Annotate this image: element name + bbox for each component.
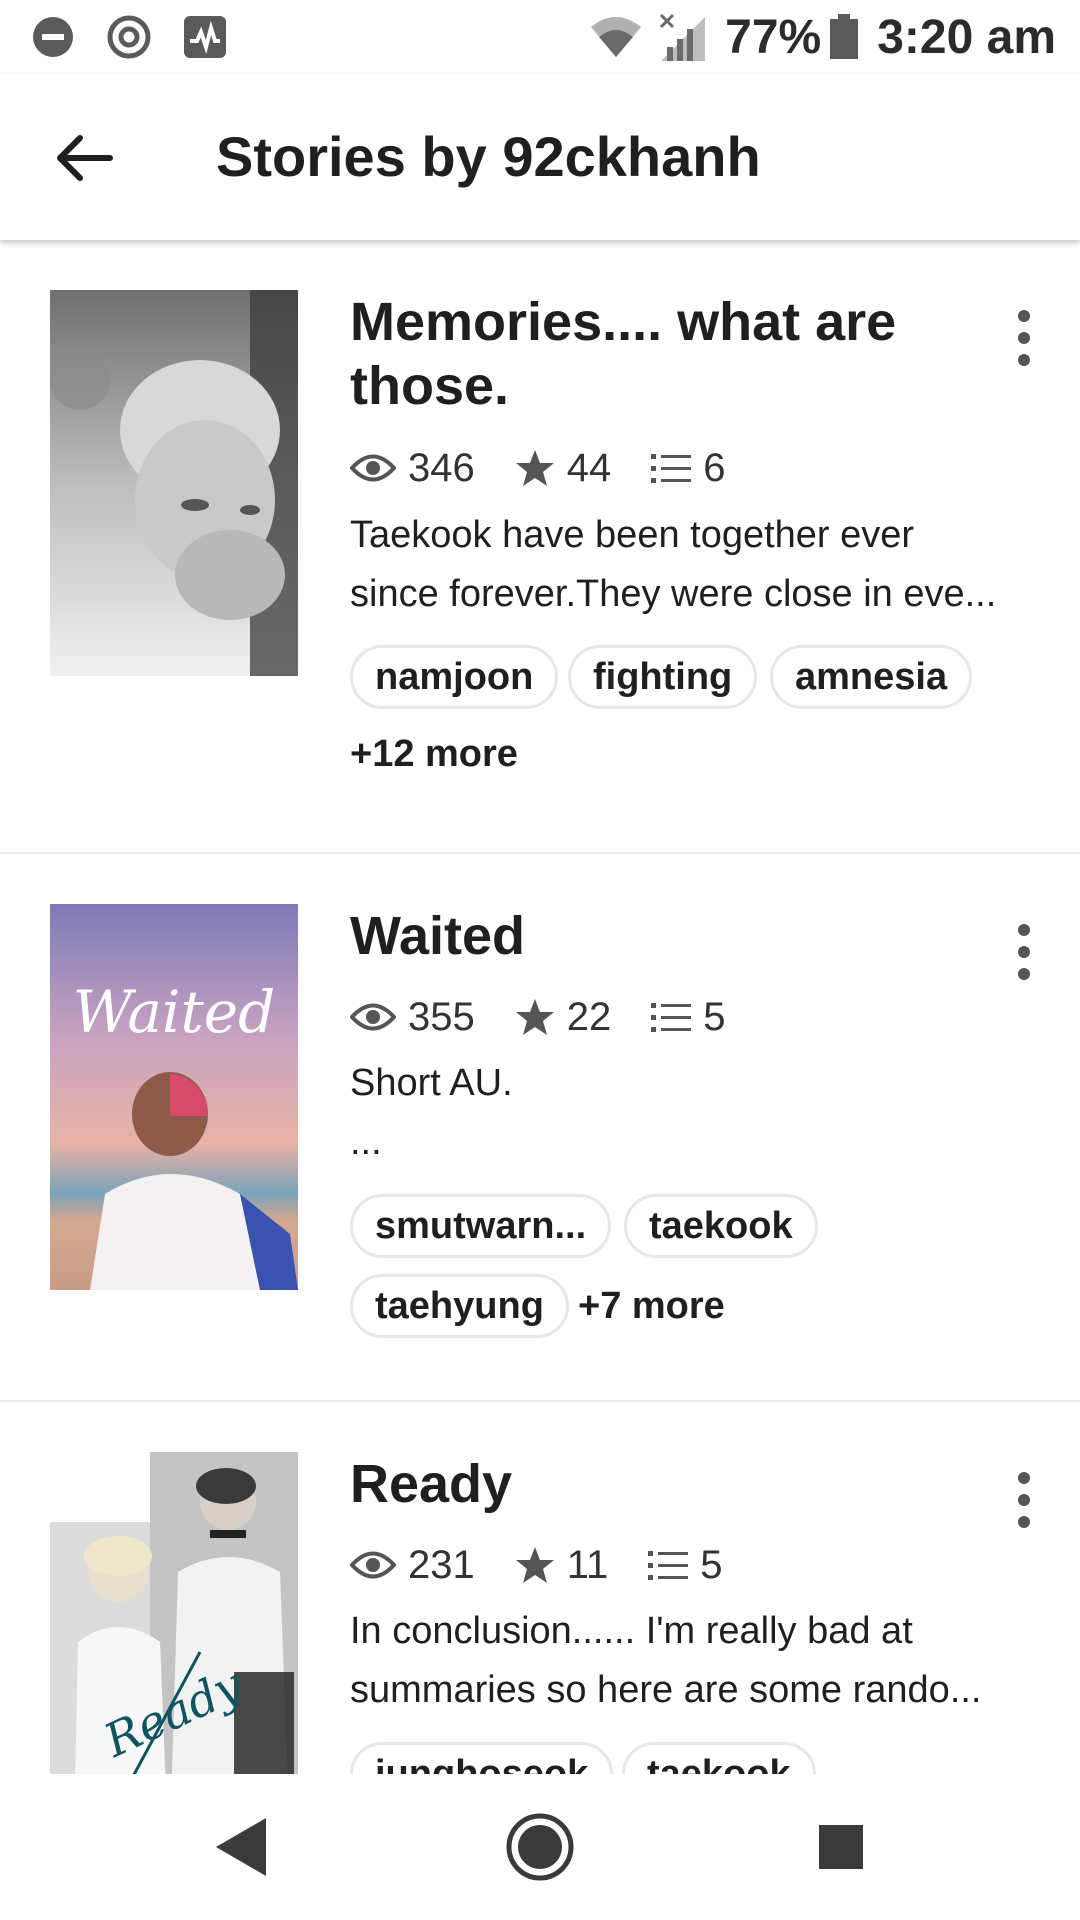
story-title[interactable]: Memories.... what are those. — [350, 290, 990, 418]
eye-icon — [350, 1551, 396, 1579]
more-tags-link[interactable]: +12 more — [350, 725, 518, 783]
story-card[interactable]: Ready Ready 231 11 5 In conclusion......… — [0, 1402, 1080, 1774]
tag-chip[interactable]: fighting — [568, 645, 758, 709]
parts-stat: 5 — [648, 1542, 723, 1588]
back-arrow-icon[interactable] — [52, 126, 116, 190]
story-card[interactable]: Memories.... what are those. 346 44 6 Ta… — [0, 240, 1080, 852]
tag-chip[interactable]: taekook — [624, 1194, 818, 1258]
reads-stat: 231 — [350, 1543, 475, 1588]
votes-count: 11 — [566, 1542, 609, 1587]
tag-chip[interactable]: junghoseok — [350, 1742, 614, 1774]
star-icon — [515, 1547, 554, 1583]
reads-count: 346 — [408, 445, 475, 490]
votes-stat: 11 — [515, 1542, 609, 1588]
votes-count: 22 — [566, 994, 612, 1039]
parts-count: 6 — [703, 445, 726, 490]
battery-icon — [830, 14, 859, 59]
story-stats: 346 44 6 — [350, 443, 766, 493]
story-card[interactable]: Waited Waited 355 22 5 Short AU. ... smu… — [0, 854, 1080, 1400]
list-icon — [651, 1003, 692, 1032]
more-options-icon[interactable] — [1004, 920, 1044, 984]
parts-stat: 6 — [651, 445, 726, 491]
tag-list: namjoon fighting amnesia +12 more — [350, 645, 1050, 785]
nav-back-icon[interactable] — [200, 1804, 286, 1890]
nav-home-icon[interactable] — [497, 1804, 583, 1890]
story-stats: 231 11 5 — [350, 1540, 763, 1590]
tag-chip[interactable]: taehyung — [350, 1274, 569, 1338]
grayscale-portrait-cover — [50, 290, 298, 676]
page-title: Stories by 92ckhanh — [216, 125, 761, 188]
two-people-cover: Ready — [50, 1452, 298, 1774]
do-not-disturb-icon — [33, 17, 73, 57]
more-options-icon[interactable] — [1004, 306, 1044, 370]
star-icon — [515, 999, 554, 1035]
story-description: Short AU. ... — [350, 1062, 513, 1163]
nav-recents-icon[interactable] — [798, 1804, 884, 1890]
reads-count: 355 — [408, 994, 475, 1039]
tag-list: junghoseok taekook — [350, 1742, 1050, 1774]
more-tags-link[interactable]: +7 more — [578, 1277, 725, 1335]
reads-count: 231 — [408, 1542, 475, 1587]
votes-stat: 22 — [515, 994, 612, 1040]
target-icon — [107, 15, 151, 59]
activity-monitor-icon — [184, 16, 226, 58]
votes-stat: 44 — [515, 445, 612, 491]
story-title[interactable]: Ready — [350, 1452, 990, 1516]
beach-sky-cover: Waited — [50, 904, 298, 1290]
tag-chip[interactable]: namjoon — [350, 645, 559, 709]
clock: 3:20 am — [877, 10, 1056, 64]
app-bar: Stories by 92ckhanh — [0, 74, 1080, 240]
battery-percentage: 77% — [725, 10, 822, 64]
more-options-icon[interactable] — [1004, 1468, 1044, 1532]
story-title[interactable]: Waited — [350, 904, 990, 968]
eye-icon — [350, 1003, 396, 1031]
story-cover-image[interactable] — [50, 290, 298, 676]
story-cover-image[interactable]: Ready — [50, 1452, 298, 1774]
system-navigation-bar — [0, 1774, 1080, 1920]
parts-count: 5 — [700, 1542, 723, 1587]
votes-count: 44 — [566, 445, 612, 490]
story-list[interactable]: Memories.... what are those. 346 44 6 Ta… — [0, 240, 1080, 1774]
list-icon — [651, 454, 692, 483]
reads-stat: 346 — [350, 446, 475, 491]
parts-count: 5 — [703, 994, 726, 1039]
wifi-icon — [591, 17, 642, 57]
reads-stat: 355 — [350, 995, 475, 1040]
no-signal-icon — [660, 13, 706, 61]
list-icon — [648, 1551, 689, 1580]
star-icon — [515, 450, 554, 486]
status-bar: 77% 3:20 am — [0, 0, 1080, 74]
tag-list: smutwarn... taekook taehyung +7 more — [350, 1194, 1050, 1344]
story-description: Taekook have been together ever since fo… — [350, 514, 997, 615]
story-description: In conclusion...... I'm really bad at su… — [350, 1610, 982, 1711]
tag-chip[interactable]: taekook — [622, 1742, 816, 1774]
tag-chip[interactable]: smutwarn... — [350, 1194, 612, 1258]
tag-chip[interactable]: amnesia — [770, 645, 973, 709]
parts-stat: 5 — [651, 994, 726, 1040]
cover-title-text: Waited — [73, 978, 275, 1046]
eye-icon — [350, 454, 396, 482]
story-stats: 355 22 5 — [350, 992, 766, 1042]
story-cover-image[interactable]: Waited — [50, 904, 298, 1290]
